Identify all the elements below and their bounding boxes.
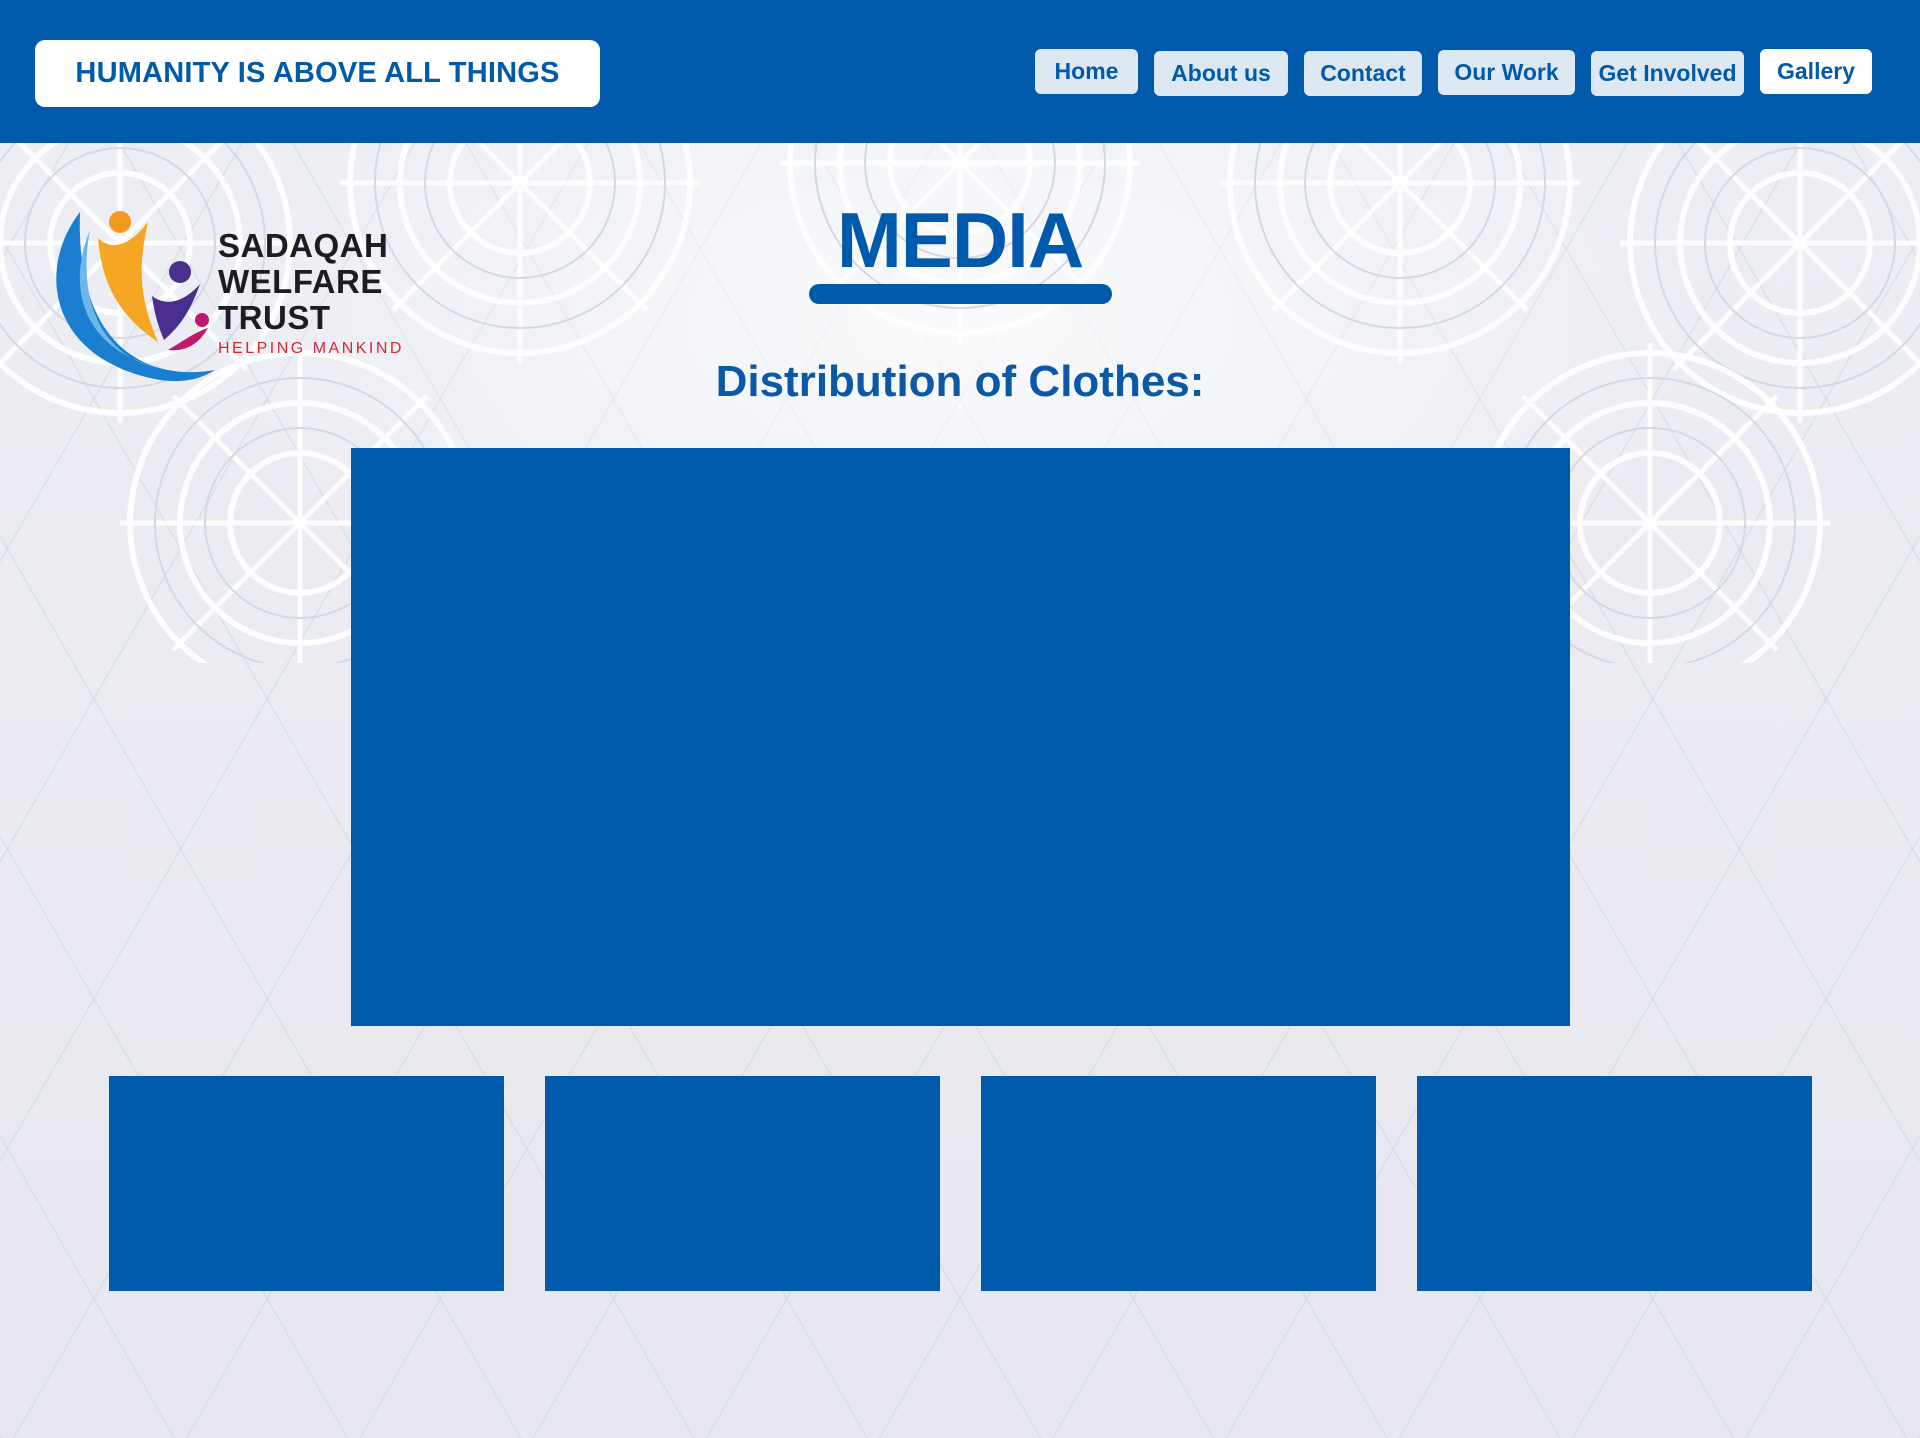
- nav-get-involved-button[interactable]: Get Involved: [1591, 51, 1744, 96]
- nav-contact-button[interactable]: Contact: [1304, 51, 1422, 96]
- media-thumbnail-3[interactable]: [981, 1076, 1376, 1291]
- logo-tagline: HELPING MANKIND: [218, 340, 404, 357]
- nav-our-work-button[interactable]: Our Work: [1438, 50, 1575, 95]
- tagline-banner: HUMANITY IS ABOVE ALL THINGS: [35, 40, 600, 107]
- logo-line-sadaqah: SADAQAH: [218, 227, 389, 264]
- nav-about-button[interactable]: About us: [1154, 51, 1288, 96]
- section-heading: Distribution of Clothes:: [715, 357, 1205, 406]
- title-underline: [809, 284, 1112, 304]
- logo-line-welfare: WELFARE: [218, 263, 383, 300]
- tagline-text: HUMANITY IS ABOVE ALL THINGS: [75, 57, 560, 89]
- media-thumbnail-4[interactable]: [1417, 1076, 1812, 1291]
- nav-gallery-button[interactable]: Gallery: [1760, 49, 1872, 94]
- top-navigation-bar: HUMANITY IS ABOVE ALL THINGS Home About …: [0, 0, 1920, 143]
- media-thumbnail-1[interactable]: [109, 1076, 504, 1291]
- featured-media[interactable]: [351, 448, 1570, 1026]
- media-thumbnail-2[interactable]: [545, 1076, 940, 1291]
- nav-home-button[interactable]: Home: [1035, 49, 1138, 94]
- logo-line-trust: TRUST: [218, 299, 331, 336]
- logo-wordmark: SADAQAH WELFARE TRUST: [218, 228, 388, 336]
- page-title: MEDIA: [836, 196, 1084, 284]
